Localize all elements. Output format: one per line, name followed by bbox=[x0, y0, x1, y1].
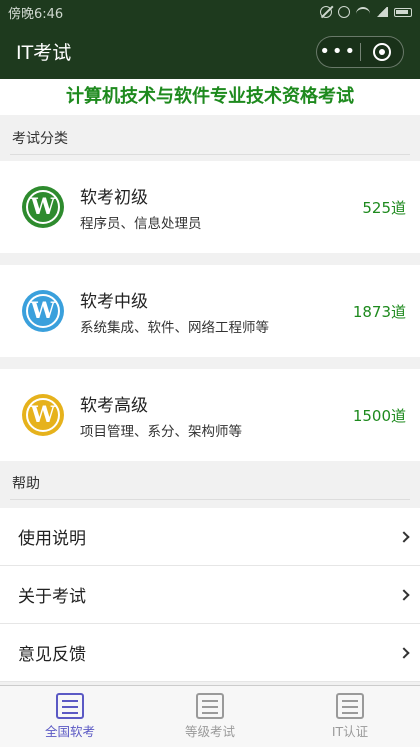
help-item-usage[interactable]: 使用说明 bbox=[0, 508, 420, 566]
status-icons bbox=[320, 6, 412, 18]
tab-label: 全国软考 bbox=[44, 724, 95, 739]
chevron-right-icon bbox=[398, 588, 410, 601]
status-time: 傍晚6:46 bbox=[8, 6, 64, 22]
exam-banner: 计算机技术与软件专业技术资格考试 bbox=[0, 79, 420, 115]
tab-bar: 全国软考 等级考试 IT认证 bbox=[0, 685, 420, 747]
card-subtitle: 系统集成、软件、网络工程师等 bbox=[80, 319, 269, 336]
list-icon bbox=[196, 693, 224, 719]
help-item-about[interactable]: 关于考试 bbox=[0, 566, 420, 624]
tab-national-exam[interactable]: 全国软考 bbox=[0, 686, 140, 747]
card-count: 525道 bbox=[362, 198, 406, 217]
page-title: IT考试 bbox=[16, 42, 72, 64]
signal-icon bbox=[376, 7, 388, 17]
card-intermediate[interactable]: W 软考中级 系统集成、软件、网络工程师等 1873道 bbox=[0, 265, 420, 357]
help-item-label: 使用说明 bbox=[18, 529, 86, 549]
card-subtitle: 项目管理、系分、架构师等 bbox=[80, 423, 242, 440]
tab-it-cert[interactable]: IT认证 bbox=[280, 686, 420, 747]
card-title: 软考中级 bbox=[80, 291, 148, 312]
section-category-title: 考试分类 bbox=[0, 121, 420, 157]
chevron-right-icon bbox=[398, 646, 410, 659]
help-item-feedback[interactable]: 意见反馈 bbox=[0, 624, 420, 682]
wordpress-icon: W bbox=[22, 394, 64, 436]
card-count: 1873道 bbox=[352, 302, 406, 321]
wordpress-icon: W bbox=[22, 186, 64, 228]
status-bar: 傍晚6:46 bbox=[0, 0, 420, 24]
mini-program-capsule: ••• bbox=[316, 35, 404, 68]
chevron-right-icon bbox=[398, 530, 410, 543]
section-help-title: 帮助 bbox=[0, 466, 420, 502]
tab-level-exam[interactable]: 等级考试 bbox=[140, 686, 280, 747]
list-icon bbox=[336, 693, 364, 719]
more-button[interactable]: ••• bbox=[317, 41, 360, 62]
card-senior[interactable]: W 软考高级 项目管理、系分、架构师等 1500道 bbox=[0, 369, 420, 461]
card-junior[interactable]: W 软考初级 程序员、信息处理员 525道 bbox=[0, 161, 420, 253]
help-item-label: 意见反馈 bbox=[18, 645, 86, 665]
wifi-icon bbox=[356, 7, 370, 17]
nav-bar: IT考试 ••• bbox=[0, 24, 420, 79]
tab-label: 等级考试 bbox=[184, 724, 235, 739]
list-icon bbox=[56, 693, 84, 719]
card-count: 1500道 bbox=[352, 406, 406, 425]
tab-label: IT认证 bbox=[331, 724, 369, 739]
help-list: 使用说明 关于考试 意见反馈 bbox=[0, 508, 420, 682]
card-subtitle: 程序员、信息处理员 bbox=[80, 215, 202, 232]
close-button[interactable] bbox=[361, 42, 404, 61]
wordpress-icon: W bbox=[22, 290, 64, 332]
card-title: 软考初级 bbox=[80, 187, 148, 208]
help-item-label: 关于考试 bbox=[18, 587, 86, 607]
clock-icon bbox=[338, 6, 350, 18]
alarm-off-icon bbox=[320, 6, 332, 18]
battery-icon bbox=[394, 7, 412, 17]
card-title: 软考高级 bbox=[80, 395, 148, 416]
close-circle-icon bbox=[372, 42, 391, 61]
